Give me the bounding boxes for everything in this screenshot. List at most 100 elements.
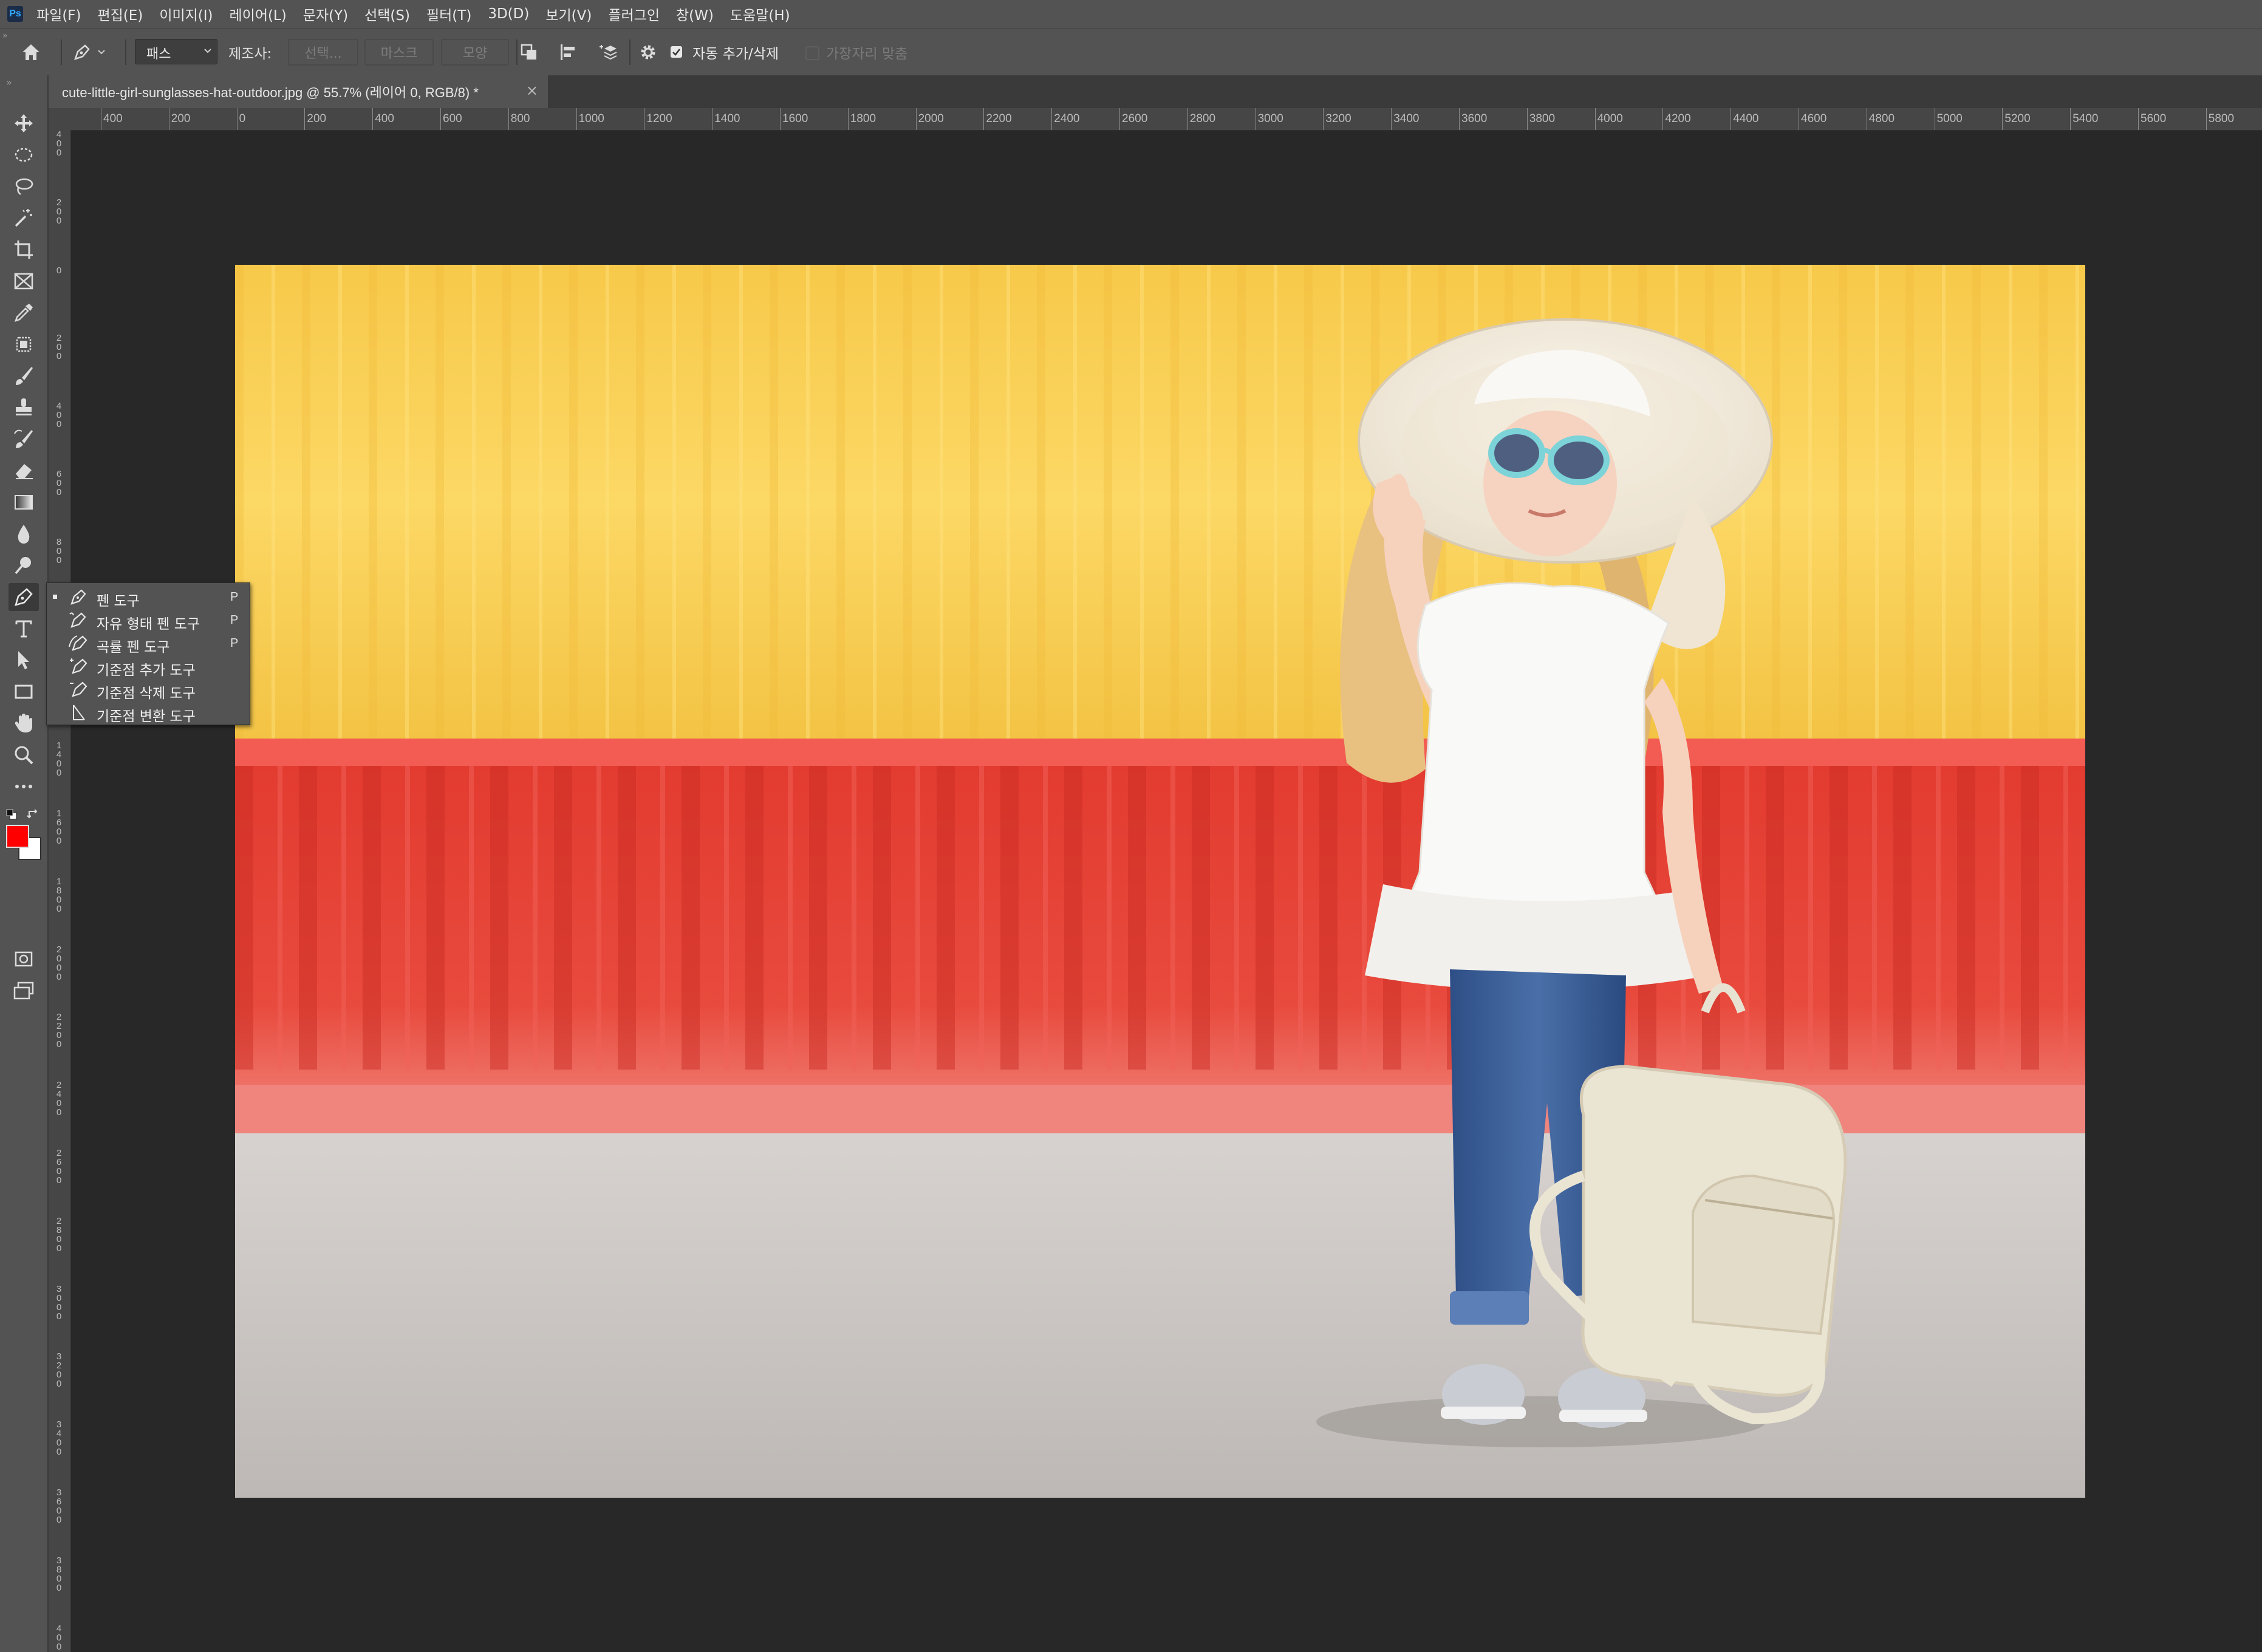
menu-filter[interactable]: 필터(T): [426, 4, 471, 24]
gradient-icon[interactable]: [9, 488, 39, 516]
ruler-label: 4800: [1868, 112, 1895, 125]
stamp-icon[interactable]: [9, 394, 39, 422]
pen-icon: [74, 44, 90, 60]
ruler-tick: [1526, 108, 1528, 130]
default-colors-icon[interactable]: [6, 809, 17, 820]
menu-file[interactable]: 파일(F): [36, 4, 81, 24]
lasso-icon[interactable]: [9, 172, 39, 200]
menu-plugins[interactable]: 플러그인: [608, 4, 660, 24]
move-icon[interactable]: [9, 109, 39, 137]
zoom-icon[interactable]: [9, 741, 39, 769]
ruler-label: 4000: [56, 1623, 62, 1652]
screen-mode-icon[interactable]: [9, 977, 39, 1005]
menu-select[interactable]: 선택(S): [364, 4, 410, 24]
path-selection-icon[interactable]: [9, 646, 39, 674]
make-shape-button[interactable]: 모양: [441, 39, 509, 66]
menu-bar: Ps 파일(F) 편집(E) 이미지(I) 레이어(L) 문자(Y) 선택(S)…: [0, 0, 2262, 28]
delete-anchor-icon: [70, 681, 87, 697]
home-icon[interactable]: [21, 29, 47, 76]
ruler-tick: [1391, 108, 1392, 130]
pen-icon[interactable]: [9, 583, 39, 611]
tool-preset-picker[interactable]: [72, 29, 120, 76]
ruler-label: 400: [103, 112, 123, 125]
ruler-label: 1400: [714, 112, 740, 125]
eraser-icon[interactable]: [9, 457, 39, 485]
auto-add-delete-checkbox[interactable]: [671, 46, 682, 58]
path-operations-icon[interactable]: [520, 29, 542, 76]
path-alignment-icon[interactable]: [559, 29, 581, 76]
ruler-label: 2200: [986, 112, 1012, 125]
make-mask-button[interactable]: 마스크: [364, 39, 434, 66]
hand-icon[interactable]: [9, 709, 39, 737]
flyout-item-pen-tool[interactable]: 펜 도구 P: [47, 585, 250, 609]
ruler-label: 600: [443, 112, 462, 125]
ruler-label: 3400: [1393, 112, 1420, 125]
blur-icon[interactable]: [9, 520, 39, 548]
foreground-color-swatch[interactable]: [6, 825, 29, 848]
ruler-label: 5000: [1936, 112, 1963, 125]
eyedropper-icon[interactable]: [9, 299, 39, 327]
flyout-item-convert-point-tool[interactable]: 기준점 변환 도구: [47, 701, 250, 725]
swap-colors-icon[interactable]: [27, 808, 40, 821]
marquee-icon[interactable]: [9, 141, 39, 169]
ruler-label: 1400: [56, 740, 62, 779]
more-icon[interactable]: [9, 773, 39, 800]
document-tab[interactable]: cute-little-girl-sunglasses-hat-outdoor.…: [49, 75, 548, 108]
dodge-icon[interactable]: [9, 551, 39, 579]
gear-icon[interactable]: [639, 29, 661, 76]
ruler-tick: [1119, 108, 1120, 130]
flyout-item-delete-anchor-point-tool[interactable]: 기준점 삭제 도구: [47, 678, 250, 701]
flyout-item-add-anchor-point-tool[interactable]: 기준점 추가 도구: [47, 655, 250, 678]
flyout-item-curvature-pen-tool[interactable]: 곡률 펜 도구 P: [47, 632, 250, 655]
ruler-label: 800: [510, 112, 530, 125]
options-bar: » 패스 제조사: 선택... 마스크 모양 자동 추가/삭제 가장자리 맞춤: [0, 28, 2262, 77]
ruler-label: 3000: [1257, 112, 1283, 125]
patch-icon[interactable]: [9, 330, 39, 358]
brush-icon[interactable]: [9, 362, 39, 390]
frame-icon[interactable]: [9, 267, 39, 295]
ruler-label: 4000: [1597, 112, 1623, 125]
align-edges-label: 가장자리 맞춤: [826, 46, 908, 62]
menu-layer[interactable]: 레이어(L): [230, 4, 287, 24]
ruler-tick: [1323, 108, 1324, 130]
history-brush-icon[interactable]: [9, 425, 39, 453]
type-icon[interactable]: [9, 615, 39, 643]
make-selection-button[interactable]: 선택...: [288, 39, 358, 66]
ruler-label: 4600: [1801, 112, 1827, 125]
menu-window[interactable]: 창(W): [676, 4, 714, 24]
ruler-tick: [508, 108, 509, 130]
vertical-ruler[interactable]: 4002000200400600800100012001400160018002…: [49, 130, 71, 1652]
align-edges-checkbox[interactable]: [805, 46, 819, 60]
ruler-origin-corner[interactable]: [49, 108, 70, 130]
close-icon[interactable]: ×: [526, 82, 538, 99]
horizontal-ruler[interactable]: 400 200 0 200 400 600 800 1000 1200 1400 1600 1800 2…: [49, 108, 2262, 131]
ruler-label: 3600: [56, 1487, 62, 1525]
crop-icon[interactable]: [9, 236, 39, 264]
ruler-label: 3800: [56, 1555, 62, 1593]
path-mode-select[interactable]: 패스: [135, 39, 217, 64]
ruler-label: 0: [239, 112, 246, 125]
menu-edit[interactable]: 편집(E): [98, 4, 143, 24]
ruler-tick: [915, 108, 917, 130]
path-arrangement-icon[interactable]: [598, 29, 620, 76]
ruler-label: 2400: [56, 1080, 62, 1118]
checkmark-icon: [672, 49, 680, 56]
ruler-label: 200: [56, 197, 62, 226]
quick-mask-icon[interactable]: [9, 945, 39, 973]
rectangle-icon[interactable]: [9, 678, 39, 706]
ruler-tick: [372, 108, 374, 130]
ruler-tick: [1459, 108, 1460, 130]
ruler-label: 2600: [1122, 112, 1148, 125]
ruler-label: 2400: [1054, 112, 1080, 125]
ruler-tick: [304, 108, 306, 130]
menu-view[interactable]: 보기(V): [545, 4, 592, 24]
menu-3d[interactable]: 3D(D): [488, 6, 529, 22]
menu-help[interactable]: 도움말(H): [730, 4, 790, 24]
canvas-image[interactable]: [235, 265, 2085, 1498]
magic-wand-icon[interactable]: [9, 204, 39, 232]
menu-image[interactable]: 이미지(I): [159, 4, 213, 24]
ruler-label: 3200: [1325, 112, 1351, 125]
menu-type[interactable]: 문자(Y): [303, 4, 348, 24]
photo-girl-with-hat: [235, 265, 2085, 1498]
flyout-item-freeform-pen-tool[interactable]: 자유 형태 펜 도구 P: [47, 609, 250, 632]
